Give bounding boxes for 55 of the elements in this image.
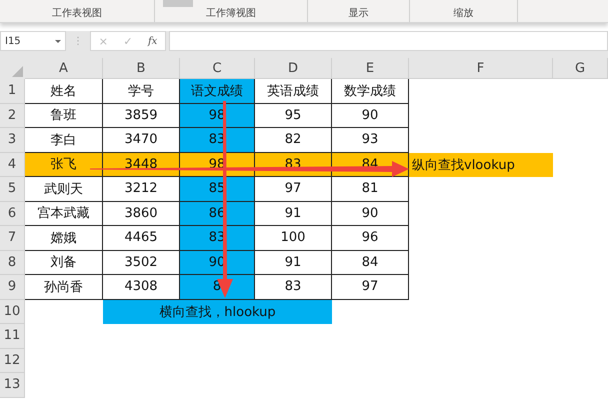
annotation-label: 横向查找，hlookup — [103, 300, 332, 324]
table-cell: 95 — [255, 104, 332, 128]
table-cell: 90 — [332, 104, 409, 128]
row-header[interactable]: 1 — [0, 79, 25, 104]
table-cell: 81 — [332, 177, 409, 202]
row-header[interactable]: 11 — [0, 324, 25, 348]
column-header[interactable]: B — [103, 58, 180, 79]
table-cell: 91 — [255, 202, 332, 226]
table-cell: 嫦娥 — [25, 226, 103, 250]
insert-function-button[interactable]: fx — [148, 36, 158, 46]
table-cell: 孙尚香 — [25, 275, 103, 300]
table-cell: 100 — [255, 226, 332, 250]
table-cell: 96 — [332, 226, 409, 250]
table-cell: 姓名 — [25, 79, 103, 104]
column-header[interactable]: E — [332, 58, 409, 79]
dropdown-caret-icon[interactable] — [55, 40, 61, 42]
row-header[interactable]: 5 — [0, 177, 25, 202]
row-header[interactable]: 10 — [0, 300, 25, 324]
column-header[interactable]: C — [180, 58, 255, 79]
column-header[interactable]: A — [25, 58, 103, 79]
formula-input[interactable] — [169, 31, 608, 51]
table-cell: 数学成绩 — [332, 79, 409, 104]
row-header[interactable]: 7 — [0, 226, 25, 250]
table-cell: 84 — [332, 250, 409, 275]
annotation-label: 纵向查找vlookup — [409, 152, 553, 177]
table-cell: 语文成绩 — [180, 79, 255, 104]
name-box[interactable]: I15 — [0, 31, 66, 51]
row-header[interactable]: 4 — [0, 152, 25, 177]
table-cell: 97 — [332, 275, 409, 300]
name-box-text: I15 — [5, 36, 21, 46]
column-header[interactable]: D — [255, 58, 332, 79]
table-cell: 武则天 — [25, 177, 103, 202]
row-header[interactable]: 12 — [0, 348, 25, 373]
row-header[interactable]: 8 — [0, 250, 25, 275]
table-cell: 张飞 — [25, 152, 103, 177]
row-header[interactable]: 3 — [0, 128, 25, 152]
ribbon-group-label: 显示 — [348, 8, 368, 19]
table-cell: 97 — [255, 177, 332, 202]
table-cell: 90 — [332, 202, 409, 226]
ribbon-icon[interactable] — [163, 0, 193, 7]
table-cell: 英语成绩 — [255, 79, 332, 104]
table-cell: 91 — [255, 250, 332, 275]
table-cell: 刘备 — [25, 250, 103, 275]
table-cell: 鲁班 — [25, 104, 103, 128]
ribbon-group-label: 工作表视图 — [52, 8, 102, 19]
column-header[interactable]: G — [553, 58, 608, 79]
row-header[interactable]: 13 — [0, 373, 25, 398]
grip-icon: ⋮ — [66, 36, 90, 46]
column-header[interactable]: F — [409, 58, 553, 79]
ribbon-group-label: 缩放 — [454, 8, 474, 19]
row-header[interactable]: 9 — [0, 275, 25, 300]
table-cell: 宫本武藏 — [25, 202, 103, 226]
row-header[interactable]: 2 — [0, 104, 25, 128]
ribbon-group-label: 工作簿视图 — [206, 8, 256, 19]
row-header[interactable]: 6 — [0, 202, 25, 226]
